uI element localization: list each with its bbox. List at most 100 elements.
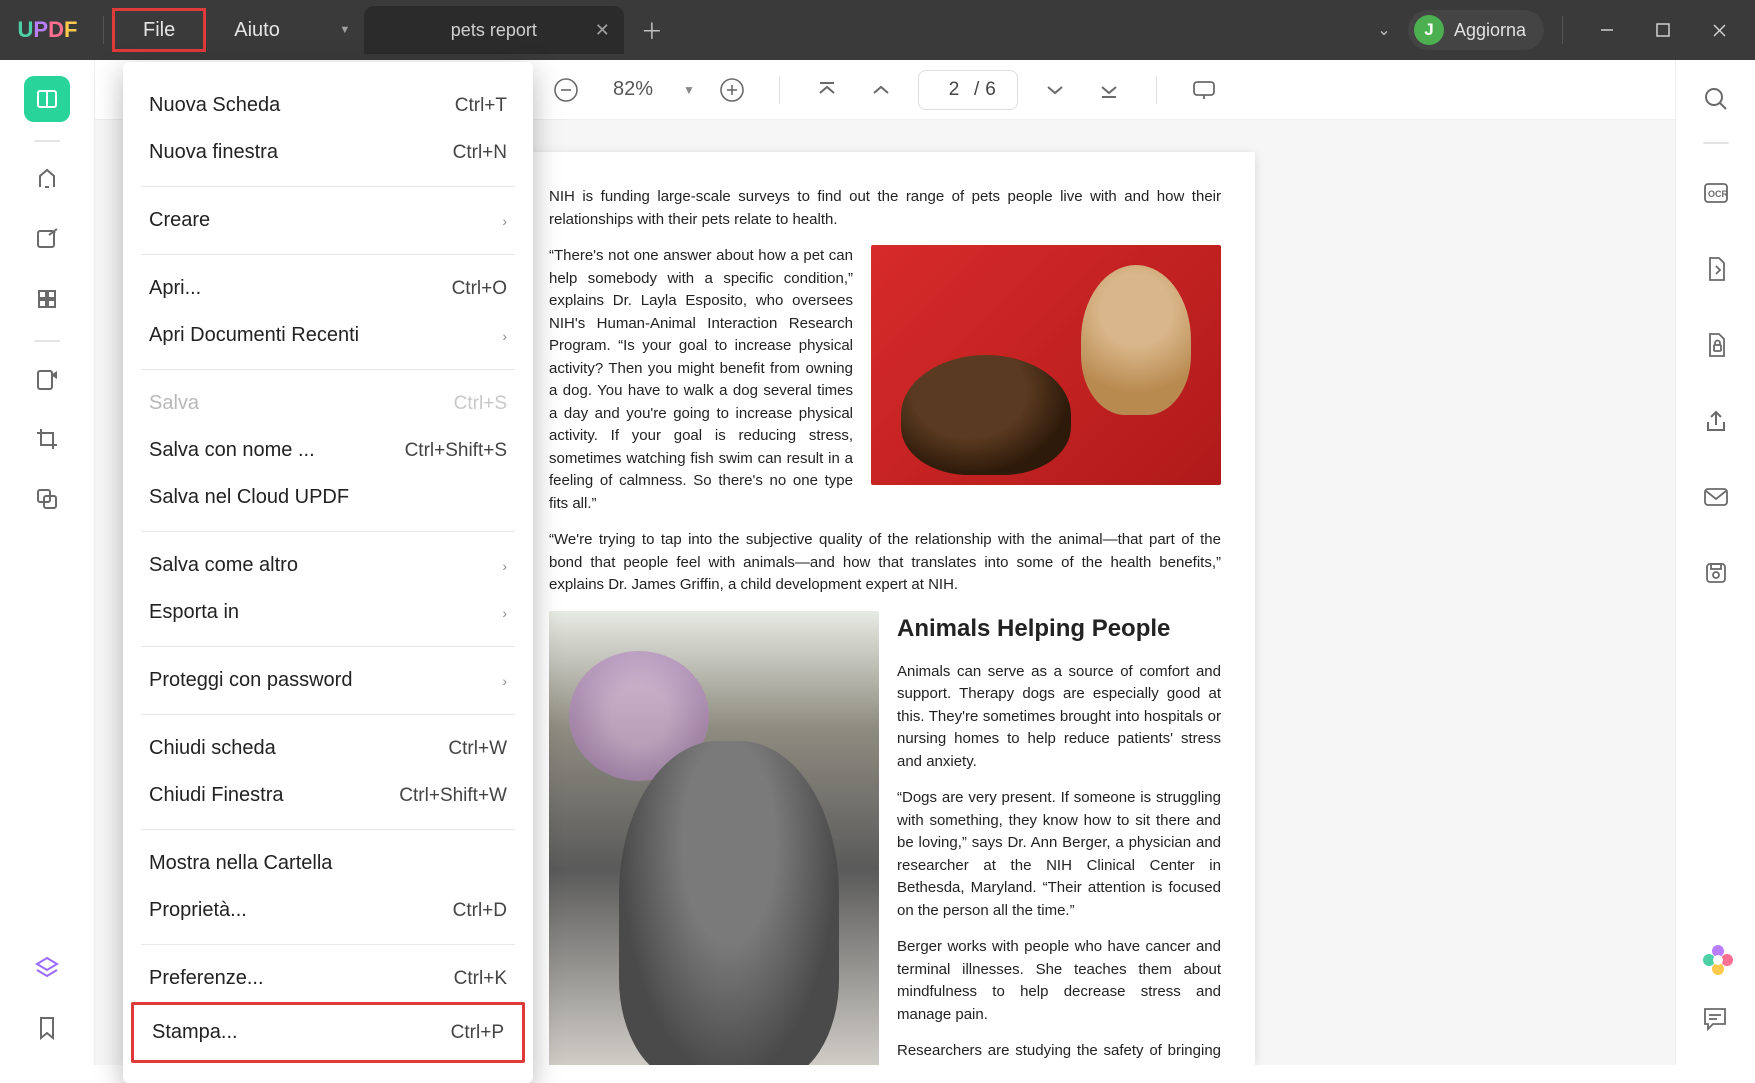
chevron-down-icon[interactable]: ⌄	[1364, 20, 1404, 40]
menu-new-window[interactable]: Nuova finestra Ctrl+N	[123, 129, 533, 176]
feedback-button[interactable]	[1701, 1005, 1735, 1039]
menu-help[interactable]: Aiuto	[206, 8, 308, 52]
menu-open[interactable]: Apri... Ctrl+O	[123, 265, 533, 312]
upgrade-badge[interactable]: J Aggiorna	[1408, 10, 1544, 50]
menu-close-tab[interactable]: Chiudi scheda Ctrl+W	[123, 725, 533, 772]
menu-separator	[141, 369, 515, 370]
heading: Animals Helping People	[897, 611, 1221, 647]
separator	[1562, 16, 1563, 44]
save-button[interactable]	[1693, 550, 1739, 596]
app-logo: UPDF	[0, 17, 95, 43]
left-rail	[0, 60, 95, 1065]
tab-bar: ▼ pets report ✕ ＋	[326, 6, 1364, 54]
right-rail: OCR	[1675, 60, 1755, 1065]
menu-file[interactable]: File	[112, 8, 206, 52]
bookmark-button[interactable]	[24, 1005, 70, 1051]
menu-separator	[141, 944, 515, 945]
menu-separator	[141, 829, 515, 830]
compare-button[interactable]	[24, 476, 70, 522]
chevron-right-icon: ›	[502, 558, 507, 574]
zoom-level: 82%	[603, 78, 663, 101]
tab-list-dropdown[interactable]: ▼	[326, 6, 364, 54]
crop-button[interactable]	[24, 416, 70, 462]
layers-button[interactable]	[24, 945, 70, 991]
page-current-input[interactable]	[940, 79, 968, 101]
ai-assistant-button[interactable]	[1701, 943, 1735, 977]
upgrade-label: Aggiorna	[1454, 20, 1526, 41]
rail-separator	[34, 140, 60, 142]
menu-save-cloud[interactable]: Salva nel Cloud UPDF	[123, 474, 533, 521]
menu-print[interactable]: Stampa... Ctrl+P	[131, 1002, 525, 1063]
menu-new-tab[interactable]: Nuova Scheda Ctrl+T	[123, 82, 533, 129]
menu-separator	[141, 714, 515, 715]
menu-preferences[interactable]: Preferenze... Ctrl+K	[123, 955, 533, 1002]
chevron-right-icon: ›	[502, 605, 507, 621]
last-page-button[interactable]	[1092, 73, 1126, 107]
edit-text-button[interactable]	[24, 216, 70, 262]
menu-properties[interactable]: Proprietà... Ctrl+D	[123, 887, 533, 934]
page-sep: /	[974, 79, 979, 101]
menu-save-other[interactable]: Salva come altro ›	[123, 542, 533, 589]
image-dogs	[871, 245, 1221, 485]
file-menu-dropdown: Nuova Scheda Ctrl+T Nuova finestra Ctrl+…	[123, 62, 533, 1083]
menu-close-window[interactable]: Chiudi Finestra Ctrl+Shift+W	[123, 772, 533, 819]
rail-separator	[1703, 142, 1729, 144]
zoom-out-button[interactable]	[549, 73, 583, 107]
body-text: “We're trying to tap into the subjective…	[549, 529, 1221, 597]
reader-mode-button[interactable]	[24, 76, 70, 122]
share-button[interactable]	[1693, 398, 1739, 444]
first-page-button[interactable]	[810, 73, 844, 107]
ocr-button[interactable]: OCR	[1693, 170, 1739, 216]
body-text: “There's not one answer about how a pet …	[549, 245, 853, 515]
image-cat	[549, 611, 879, 1066]
avatar: J	[1414, 15, 1444, 45]
menu-export[interactable]: Esporta in ›	[123, 589, 533, 636]
menu-separator	[141, 646, 515, 647]
body-text: Researchers are studying the safety of b…	[897, 1040, 1221, 1065]
zoom-in-button[interactable]	[715, 73, 749, 107]
zoom-dropdown[interactable]: ▼	[683, 83, 695, 97]
body-text: “Dogs are very present. If someone is st…	[897, 787, 1221, 922]
menu-save-as[interactable]: Salva con nome ... Ctrl+Shift+S	[123, 427, 533, 474]
email-button[interactable]	[1693, 474, 1739, 520]
title-bar-right: ⌄ J Aggiorna	[1364, 10, 1745, 50]
menu-protect[interactable]: Proteggi con password ›	[123, 657, 533, 704]
annotate-button[interactable]	[24, 156, 70, 202]
body-text: Animals can serve as a source of comfort…	[897, 661, 1221, 774]
chevron-right-icon: ›	[502, 673, 507, 689]
close-icon[interactable]: ✕	[595, 20, 610, 41]
separator	[103, 16, 104, 44]
page-indicator[interactable]: / 6	[918, 70, 1018, 110]
menu-separator	[141, 254, 515, 255]
minimize-button[interactable]	[1581, 10, 1633, 50]
prev-page-button[interactable]	[864, 73, 898, 107]
separator	[779, 76, 780, 104]
menu-separator	[141, 531, 515, 532]
redact-button[interactable]	[24, 356, 70, 402]
presentation-button[interactable]	[1187, 73, 1221, 107]
next-page-button[interactable]	[1038, 73, 1072, 107]
menu-separator	[141, 186, 515, 187]
svg-text:OCR: OCR	[1708, 189, 1729, 199]
chevron-right-icon: ›	[502, 328, 507, 344]
chevron-right-icon: ›	[502, 213, 507, 229]
menu-create[interactable]: Creare ›	[123, 197, 533, 244]
menu-save: Salva Ctrl+S	[123, 380, 533, 427]
title-bar: UPDF File Aiuto ▼ pets report ✕ ＋ ⌄ J Ag…	[0, 0, 1755, 60]
pdf-page: NIH is funding large-scale surveys to fi…	[515, 152, 1255, 1065]
new-tab-button[interactable]: ＋	[632, 10, 672, 50]
convert-button[interactable]	[1693, 246, 1739, 292]
rail-separator	[34, 340, 60, 342]
page-total: 6	[985, 79, 996, 101]
protect-button[interactable]	[1693, 322, 1739, 368]
body-text: NIH is funding large-scale surveys to fi…	[549, 186, 1221, 231]
menu-open-recent[interactable]: Apri Documenti Recenti ›	[123, 312, 533, 359]
menu-reveal[interactable]: Mostra nella Cartella	[123, 840, 533, 887]
body-text: Berger works with people who have cancer…	[897, 936, 1221, 1026]
separator	[1156, 76, 1157, 104]
search-button[interactable]	[1693, 76, 1739, 122]
tab-document[interactable]: pets report ✕	[364, 6, 624, 54]
close-button[interactable]	[1693, 10, 1745, 50]
organize-pages-button[interactable]	[24, 276, 70, 322]
maximize-button[interactable]	[1637, 10, 1689, 50]
